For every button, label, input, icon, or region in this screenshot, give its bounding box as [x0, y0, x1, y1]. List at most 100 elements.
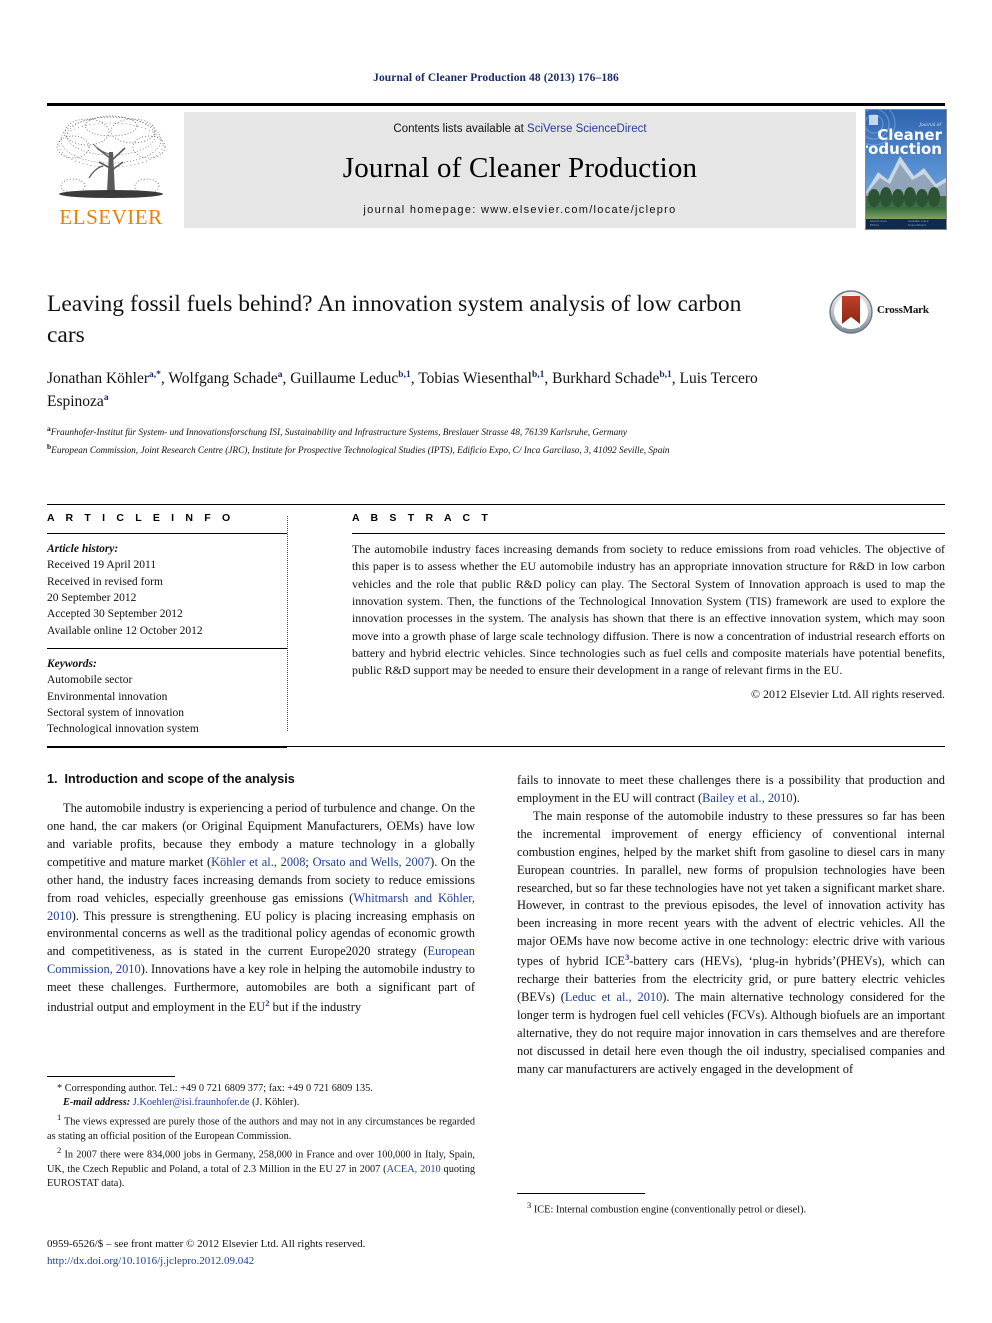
- contents-list-line: Contents lists available at SciVerse Sci…: [184, 123, 856, 135]
- footnote-2: 2 In 2007 there were 834,000 jobs in Ger…: [47, 1144, 475, 1192]
- footnote-3: 3 ICE: Internal combustion engine (conve…: [517, 1199, 945, 1218]
- affiliation-item: aFraunhofer-Institut für System- und Inn…: [47, 423, 827, 441]
- footnote-rule: [47, 1076, 175, 1077]
- author-name: Wolfgang Schade: [168, 370, 278, 387]
- elsevier-wordmark: ELSEVIER: [59, 205, 163, 229]
- section-number: 1.: [47, 772, 58, 786]
- info-abstract-separator: [287, 516, 288, 731]
- article-info-heading: A R T I C L E I N F O: [47, 512, 235, 524]
- author-list: Jonathan Köhlera,*, Wolfgang Schadea, Gu…: [47, 369, 758, 411]
- keyword-item: Environmental innovation: [47, 690, 168, 703]
- article-info-rule: [47, 533, 287, 534]
- journal-cover-image: Journal of Cleaner Production Special is…: [866, 110, 946, 229]
- crossmark-badge[interactable]: CrossMark: [829, 290, 939, 336]
- footnotes-right: 3 ICE: Internal combustion engine (conve…: [517, 1193, 945, 1218]
- citation-link[interactable]: Bailey et al., 2010: [702, 791, 793, 805]
- keyword-item: Automobile sector: [47, 674, 133, 687]
- affiliation-text: Fraunhofer-Institut für System- und Inno…: [50, 428, 628, 439]
- elsevier-logo: ELSEVIER: [47, 112, 175, 228]
- article-history-label: Article history:: [47, 543, 119, 555]
- footnote-text: The views expressed are purely those of …: [47, 1116, 475, 1142]
- running-head: Journal of Cleaner Production 48 (2013) …: [373, 72, 619, 84]
- citation-link[interactable]: Orsato and Wells, 2007: [313, 855, 431, 869]
- divider-above-abstract: [47, 504, 945, 505]
- footnote-text: Corresponding author. Tel.: +49 0 721 68…: [64, 1083, 373, 1094]
- footnote-marker: 2: [57, 1145, 62, 1156]
- author-name: Guillaume Leduc: [290, 370, 399, 387]
- abstract-copyright: © 2012 Elsevier Ltd. All rights reserved…: [751, 686, 945, 701]
- history-item: 20 September 2012: [47, 591, 137, 604]
- email-label: E-mail address:: [63, 1097, 131, 1109]
- issn-block: 0959-6526/$ – see front matter © 2012 El…: [47, 1236, 507, 1269]
- email-owner: (J. Köhler).: [249, 1097, 300, 1109]
- citation-separator: ;: [305, 854, 313, 869]
- keywords-rule: [47, 647, 287, 649]
- keyword-item: Sectoral system of innovation: [47, 706, 185, 719]
- paragraph-text: ).: [792, 790, 800, 805]
- citation-link[interactable]: Leduc et al., 2010: [565, 990, 662, 1004]
- footnote-1: 1 The views expressed are purely those o…: [47, 1111, 475, 1144]
- affiliation-text: European Commission, Joint Research Cent…: [51, 446, 670, 457]
- abstract-text: The automobile industry faces increasing…: [352, 542, 945, 678]
- paragraph: The automobile industry is experiencing …: [47, 800, 475, 1017]
- paragraph-text: The main response of the automobile indu…: [517, 808, 945, 969]
- author-name: Jonathan Köhler: [47, 370, 150, 387]
- footnote-text: ICE: Internal combustion engine (convent…: [533, 1204, 807, 1216]
- keywords-block: Keywords: Automobile sector Environmenta…: [47, 656, 287, 738]
- paper-page: Journal of Cleaner Production 48 (2013) …: [0, 0, 992, 1323]
- footnote-email: E-mail address: J.Koehler@isi.fraunhofer…: [47, 1096, 475, 1110]
- footnote-marker: 1: [57, 1111, 62, 1122]
- paragraph-text: ). This pressure is strengthening. EU po…: [47, 908, 475, 959]
- keyword-item: Technological innovation system: [47, 723, 199, 736]
- footnote-corresponding: * Corresponding author. Tel.: +49 0 721 …: [47, 1082, 475, 1096]
- article-info-block: A R T I C L E I N F O Article history: R…: [47, 512, 287, 755]
- section-title: Introduction and scope of the analysis: [64, 772, 295, 786]
- sciencedirect-link[interactable]: SciVerse ScienceDirect: [527, 123, 647, 135]
- author-name: Tobias Wiesenthal: [418, 370, 532, 387]
- author-affil-marker: a: [103, 393, 109, 404]
- footnote-marker: *: [57, 1083, 63, 1094]
- author-affil-marker: b,1: [532, 369, 545, 380]
- author-affil-marker: b,1: [398, 369, 411, 380]
- abstract-block: A B S T R A C T The automobile industry …: [352, 512, 945, 702]
- citation-link[interactable]: Köhler et al., 2008: [211, 855, 305, 869]
- author-affil-marker: a: [277, 369, 283, 380]
- page-title: Leaving fossil fuels behind? An innovati…: [47, 291, 742, 349]
- crossmark-label: CrossMark: [877, 304, 929, 316]
- section-heading: 1. Introduction and scope of the analysis: [47, 772, 475, 786]
- doi-link[interactable]: http://dx.doi.org/10.1016/j.jclepro.2012…: [47, 1253, 507, 1270]
- svg-text:Available online: Available online: [908, 219, 929, 223]
- history-item: Available online 12 October 2012: [47, 624, 203, 637]
- email-address[interactable]: J.Koehler@isi.fraunhofer.de: [133, 1097, 250, 1108]
- footnote-rule: [517, 1193, 645, 1194]
- affiliations: aFraunhofer-Institut für System- und Inn…: [47, 423, 827, 459]
- citation-link[interactable]: ACEA, 2010: [387, 1164, 441, 1175]
- divider-below-abstract: [47, 746, 945, 747]
- author-affil-marker: b,1: [659, 369, 672, 380]
- abstract-heading: A B S T R A C T: [352, 512, 492, 524]
- journal-homepage-link[interactable]: journal homepage: www.elsevier.com/locat…: [184, 204, 856, 216]
- journal-title: Journal of Cleaner Production: [342, 152, 698, 184]
- journal-masthead: ELSEVIER Contents lists available at Sci…: [47, 103, 947, 230]
- crossmark-icon: [829, 290, 873, 334]
- body-column-left: 1. Introduction and scope of the analysis…: [47, 772, 475, 1017]
- keywords-label: Keywords:: [47, 657, 97, 670]
- issn-line: 0959-6526/$ – see front matter © 2012 El…: [47, 1238, 366, 1250]
- paragraph-text: but if the industry: [269, 1000, 362, 1015]
- history-item: Received in revised form: [47, 575, 163, 588]
- svg-text:Editors: Editors: [870, 223, 880, 227]
- elsevier-tree-icon: [56, 115, 166, 198]
- abstract-rule: [352, 533, 945, 534]
- article-history: Article history: Received 19 April 2011 …: [47, 541, 287, 639]
- contents-prefix: Contents lists available at: [393, 123, 528, 135]
- svg-text:Special issue: Special issue: [870, 219, 887, 223]
- body-column-right: fails to innovate to meet these challeng…: [517, 772, 945, 1079]
- svg-text:ScienceDirect: ScienceDirect: [908, 223, 926, 227]
- journal-cover-thumbnail: Journal of Cleaner Production Special is…: [865, 109, 947, 230]
- affiliation-item: bEuropean Commission, Joint Research Cen…: [47, 441, 827, 459]
- history-item: Received 19 April 2011: [47, 559, 157, 572]
- footnotes-left: * Corresponding author. Tel.: +49 0 721 …: [47, 1076, 475, 1192]
- paragraph: fails to innovate to meet these challeng…: [517, 772, 945, 808]
- history-item: Accepted 30 September 2012: [47, 608, 183, 621]
- author-name: Burkhard Schade: [552, 370, 660, 387]
